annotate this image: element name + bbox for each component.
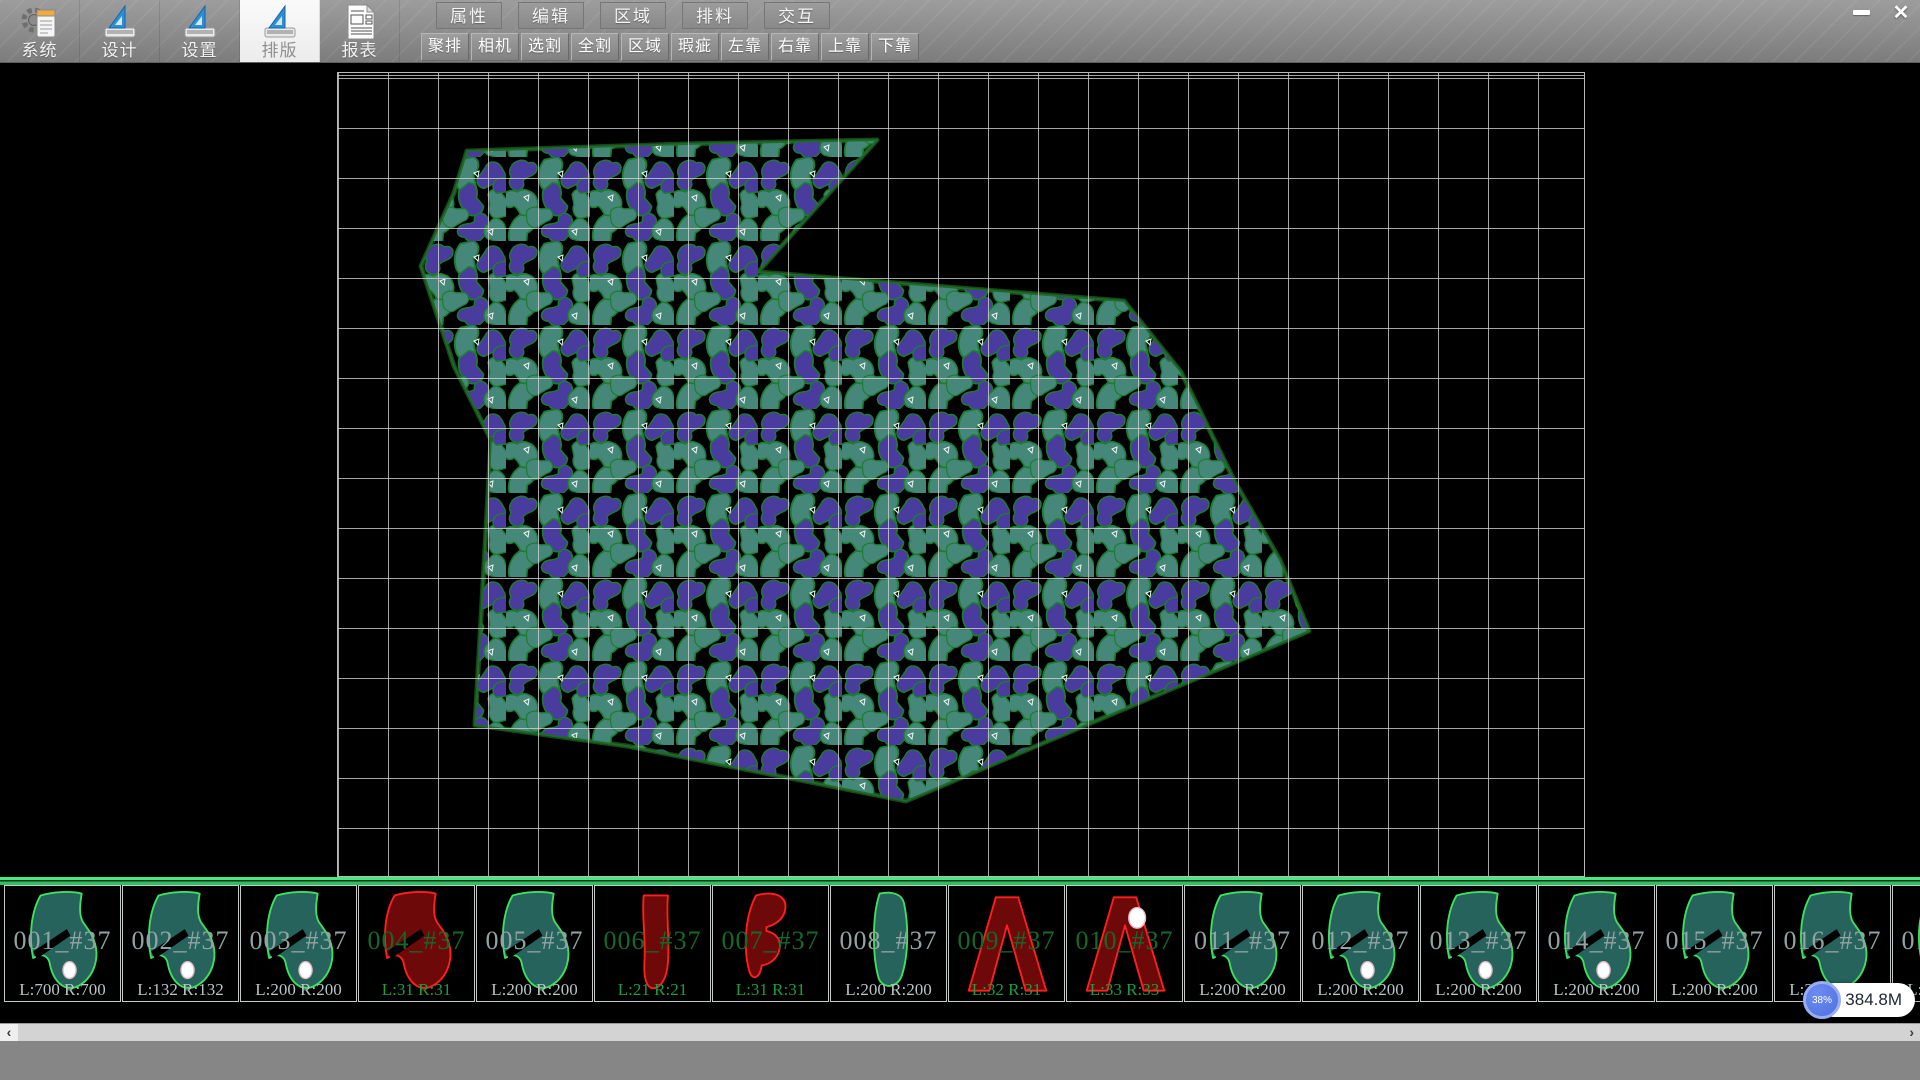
leather-hide[interactable] <box>338 73 1584 876</box>
system-icon <box>20 2 60 42</box>
nesting-canvas[interactable] <box>337 72 1585 877</box>
tool-button[interactable]: 上靠 <box>821 33 869 61</box>
part-shape <box>718 888 824 1000</box>
minimize-icon <box>1853 10 1870 15</box>
part-cell[interactable]: 011_#37L:200 R:200 <box>1184 885 1301 1002</box>
part-shape <box>482 888 588 1000</box>
module-label: 排版 <box>262 42 298 60</box>
part-shape <box>1662 888 1768 1000</box>
part-cell[interactable]: 005_#37L:200 R:200 <box>476 885 593 1002</box>
module-label: 设置 <box>182 42 218 60</box>
hide-nested-pieces <box>421 140 1309 801</box>
status-bar <box>0 1041 1920 1080</box>
tool-button[interactable]: 左靠 <box>721 33 769 61</box>
horizontal-scrollbar[interactable]: ‹ › <box>0 1023 1920 1041</box>
close-button[interactable]: ✕ <box>1887 3 1915 22</box>
module-buttons: 系统 设计 设置 排版 报表 <box>0 0 400 62</box>
part-shape <box>1426 888 1532 1000</box>
parts-tray: 001_#37L:700 R:700002_#37L:132 R:132003_… <box>0 877 1920 1004</box>
workspace <box>0 62 1920 877</box>
design-icon <box>100 2 140 42</box>
scroll-right-button[interactable]: › <box>1909 1024 1914 1041</box>
part-cell[interactable]: 001_#37L:700 R:700 <box>4 885 121 1002</box>
menu-tab[interactable]: 编辑 <box>518 2 584 29</box>
part-shape <box>1308 888 1414 1000</box>
scroll-left-button[interactable]: ‹ <box>0 1024 18 1041</box>
module-label: 系统 <box>22 42 58 60</box>
module-button-design[interactable]: 设计 <box>80 0 160 62</box>
tool-button[interactable]: 右靠 <box>771 33 819 61</box>
tray-divider <box>0 877 1920 885</box>
tool-button[interactable]: 区域 <box>621 33 669 61</box>
report-icon <box>340 2 380 42</box>
part-cell[interactable]: 002_#37L:132 R:132 <box>122 885 239 1002</box>
tool-button[interactable]: 瑕疵 <box>671 33 719 61</box>
part-shape <box>364 888 470 1000</box>
part-shape <box>246 888 352 1000</box>
menu-tab[interactable]: 属性 <box>436 2 502 29</box>
memory-status-badge[interactable]: 384.8M 38% <box>1803 981 1919 1019</box>
part-cell[interactable]: 012_#37L:200 R:200 <box>1302 885 1419 1002</box>
module-button-system[interactable]: 系统 <box>0 0 80 62</box>
menu-tab[interactable]: 交互 <box>764 2 830 29</box>
part-shape <box>10 888 116 1000</box>
window-controls: ✕ <box>1847 3 1915 22</box>
part-cell[interactable]: 009_#37L:32 R:31 <box>948 885 1065 1002</box>
part-shape <box>128 888 234 1000</box>
part-cell[interactable]: 004_#37L:31 R:31 <box>358 885 475 1002</box>
tool-button[interactable]: 相机 <box>471 33 519 61</box>
module-button-layout[interactable]: 排版 <box>240 0 320 62</box>
layout-icon <box>260 2 300 42</box>
menu-tab[interactable]: 排料 <box>682 2 748 29</box>
module-label: 报表 <box>342 42 378 60</box>
tool-button[interactable]: 选割 <box>521 33 569 61</box>
module-button-report[interactable]: 报表 <box>320 0 400 62</box>
part-cell[interactable]: 015_#37L:200 R:200 <box>1656 885 1773 1002</box>
part-cell[interactable]: 014_#37L:200 R:200 <box>1538 885 1655 1002</box>
menu-tab[interactable]: 区域 <box>600 2 666 29</box>
minimize-button[interactable] <box>1847 3 1875 22</box>
tool-buttons: 聚排相机选割全割区域瑕疵左靠右靠上靠下靠 <box>421 33 919 61</box>
part-shape <box>836 888 942 1000</box>
part-cell[interactable]: 007_#37L:31 R:31 <box>712 885 829 1002</box>
part-shape <box>1190 888 1296 1000</box>
tool-button[interactable]: 聚排 <box>421 33 469 61</box>
part-shape <box>1544 888 1650 1000</box>
part-cells: 001_#37L:700 R:700002_#37L:132 R:132003_… <box>4 885 1920 1004</box>
settings-icon <box>180 2 220 42</box>
part-cell[interactable]: 010_#37L:33 R:33 <box>1066 885 1183 1002</box>
part-shape <box>1072 888 1178 1000</box>
part-cell[interactable]: 008_#37L:200 R:200 <box>830 885 947 1002</box>
tool-button[interactable]: 下靠 <box>871 33 919 61</box>
tool-button[interactable]: 全割 <box>571 33 619 61</box>
part-cell[interactable]: 013_#37L:200 R:200 <box>1420 885 1537 1002</box>
module-button-settings[interactable]: 设置 <box>160 0 240 62</box>
part-shape <box>600 888 706 1000</box>
menu-tabs: 属性编辑区域排料交互 <box>436 2 830 29</box>
ribbon-bar: 系统设计设置排版报表 属性编辑区域排料交互 聚排相机选割全割区域瑕疵左靠右靠上靠… <box>0 0 1920 63</box>
progress-circle: 38% <box>1803 981 1841 1019</box>
module-label: 设计 <box>102 42 138 60</box>
part-cell[interactable]: 006_#37L:21 R:21 <box>594 885 711 1002</box>
nesting-app-window: { "window": { "controls": [ {"name": "mi… <box>0 0 1920 1080</box>
part-shape <box>954 888 1060 1000</box>
part-cell[interactable]: 003_#37L:200 R:200 <box>240 885 357 1002</box>
